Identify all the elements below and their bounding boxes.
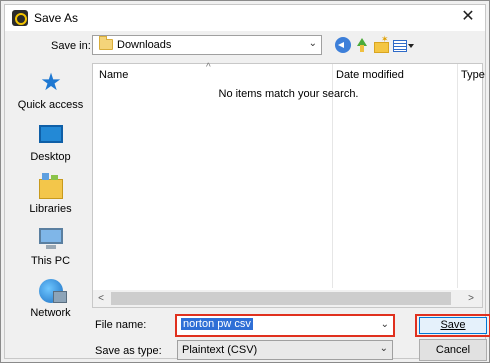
chevron-down-icon: ⌄	[308, 38, 317, 49]
save-button-highlight: Save	[415, 314, 490, 337]
dialog-frame: Save As ✕ Save in: Downloads ⌄ ★ Quick a…	[0, 0, 490, 363]
file-name-field[interactable]: norton pw csv ⌄	[175, 314, 395, 337]
scrollbar-thumb[interactable]	[111, 292, 451, 305]
places-bar: ★ Quick access Desktop Libraries This PC…	[11, 63, 90, 323]
up-folder-icon[interactable]	[354, 37, 370, 53]
chevron-down-icon[interactable]: ⌄	[381, 319, 389, 330]
folder-icon	[99, 36, 113, 50]
libraries-icon	[39, 173, 63, 199]
place-label: Network	[30, 307, 71, 319]
place-libraries[interactable]: Libraries	[11, 169, 90, 217]
save-in-value: Downloads	[117, 39, 172, 51]
place-quick-access[interactable]: ★ Quick access	[11, 65, 90, 113]
new-folder-icon[interactable]	[373, 34, 389, 53]
title-bar: Save As ✕	[5, 5, 485, 31]
file-name-input[interactable]: norton pw csv	[179, 318, 375, 333]
scroll-right-icon[interactable]: >	[465, 292, 477, 305]
file-name-selected-text: norton pw csv	[181, 318, 253, 330]
window-title: Save As	[34, 11, 79, 25]
place-label: Quick access	[17, 99, 84, 111]
save-button[interactable]: Save	[419, 317, 487, 334]
save-in-label: Save in:	[51, 40, 91, 52]
save-as-type-label: Save as type:	[95, 345, 162, 357]
desktop-icon	[39, 125, 63, 143]
place-this-pc[interactable]: This PC	[11, 221, 90, 269]
app-logo-icon	[12, 10, 28, 26]
save-in-dropdown[interactable]: Downloads ⌄	[92, 35, 322, 55]
network-icon	[39, 279, 67, 303]
cancel-button[interactable]: Cancel	[419, 339, 487, 361]
computer-icon	[39, 228, 63, 249]
file-name-label: File name:	[95, 319, 147, 331]
navigation-toolbar	[335, 34, 414, 54]
place-network[interactable]: Network	[11, 273, 90, 321]
empty-message: No items match your search.	[218, 88, 359, 100]
close-icon[interactable]: ✕	[459, 8, 477, 26]
file-list[interactable]: ^ Name Date modified Type No items match…	[92, 62, 485, 308]
place-desktop[interactable]: Desktop	[11, 117, 90, 165]
view-menu-icon[interactable]	[392, 37, 414, 53]
save-as-dialog: Save As ✕ Save in: Downloads ⌄ ★ Quick a…	[4, 4, 490, 361]
sort-up-icon: ^	[206, 62, 211, 73]
save-as-type-value: Plaintext (CSV)	[182, 344, 258, 356]
place-label: This PC	[30, 255, 71, 267]
save-as-type-select[interactable]: Plaintext (CSV) ⌄	[177, 340, 393, 360]
chevron-down-icon: ⌄	[379, 343, 388, 354]
star-icon: ★	[40, 69, 62, 96]
scroll-left-icon[interactable]: <	[95, 292, 107, 305]
place-label: Desktop	[30, 151, 71, 163]
place-label: Libraries	[29, 203, 72, 215]
back-icon[interactable]	[335, 37, 351, 53]
horizontal-scrollbar[interactable]: < >	[93, 290, 482, 307]
